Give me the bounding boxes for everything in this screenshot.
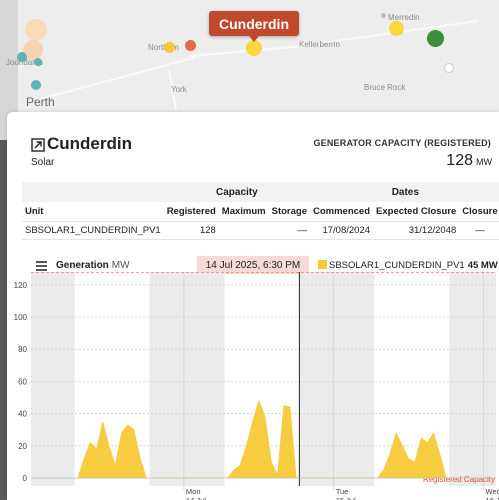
col-commenced[interactable]: Commenced [310,202,374,222]
capacity-number: 128 [446,152,473,169]
table-header: Unit Registered Maximum Storage Commence… [22,202,499,222]
cell-registered: 128 [163,221,219,240]
x-tick-label: Wed [486,487,499,496]
generation-title: Generation MW [56,260,130,271]
y-tick-label: 20 [18,442,27,451]
x-tick-label: 14 Jul [186,496,206,500]
x-tick-label: Tue [336,487,349,496]
facility-marker[interactable] [34,58,42,66]
facility-marker[interactable] [31,80,41,90]
cell-expected-closure: 31/12/2048 [373,221,460,240]
col-storage[interactable]: Storage [268,202,310,222]
capacity-value: 128 MW [446,152,492,170]
selected-facility-marker[interactable] [246,40,262,56]
table-row: SBSOLAR1_CUNDERDIN_PV1 128 — 17/08/2024 … [22,221,499,240]
facility-marker[interactable] [164,42,175,53]
external-link-icon[interactable] [31,138,45,152]
facility-technology: Solar [31,157,55,168]
table-group-empty [22,182,164,202]
facility-marker[interactable] [444,63,454,73]
cell-closure: — [459,221,499,240]
col-closure[interactable]: Closure [459,202,499,222]
x-tick-label: Mon [186,487,201,496]
cell-unit: SBSOLAR1_CUNDERDIN_PV1 [22,221,164,240]
generation-unit: MW [111,260,130,271]
capacity-unit: MW [476,157,492,167]
facility-panel: Cunderdin Solar GENERATOR CAPACITY (REGI… [7,112,499,500]
chart-legend: SBSOLAR1_CUNDERDIN_PV1 45 MW [318,260,498,271]
y-tick-label: 60 [18,377,27,386]
capacity-heading: GENERATOR CAPACITY (REGISTERED) [313,138,491,148]
facility-name: Cunderdin [47,134,132,153]
place-label-bruce-rock: Bruce Rock [364,83,406,92]
legend-value: 45 MW [467,260,498,271]
place-label-kellerberrin: Kellerberrin [299,40,340,49]
map-tooltip: Cunderdin [209,11,299,42]
facility-marker[interactable] [427,30,444,47]
cell-maximum [218,221,269,240]
y-tick-label: 120 [14,281,28,290]
series-area [77,399,447,479]
x-tick-label: 15 Jul [336,496,356,500]
legend-label: SBSOLAR1_CUNDERDIN_PV1 [329,260,465,271]
col-registered[interactable]: Registered [163,202,219,222]
night-band [449,272,496,486]
table-group-capacity: Capacity [163,182,310,202]
place-label-york: York [171,85,187,94]
units-table: Capacity Dates Unit Registered Maximum S… [22,182,499,240]
map-edge [0,140,7,500]
facility-marker[interactable] [389,21,404,36]
generation-label: Generation [56,260,109,271]
hamburger-menu-icon[interactable] [36,261,47,271]
facility-marker[interactable] [25,19,47,41]
col-maximum[interactable]: Maximum [218,202,269,222]
place-label-perth: Perth [26,95,55,109]
legend-swatch [318,260,327,269]
night-band [31,272,75,486]
night-band [299,272,375,486]
table-group-header: Capacity Dates [22,182,499,202]
y-tick-label: 80 [18,345,27,354]
cell-storage: — [268,221,310,240]
x-tick-label: 16 Jul [486,496,499,500]
facility-marker[interactable] [17,52,27,62]
facility-marker[interactable] [381,13,386,18]
col-expected-closure[interactable]: Expected Closure [373,202,460,222]
y-tick-label: 40 [18,410,27,419]
col-unit[interactable]: Unit [22,202,164,222]
generation-chart[interactable]: 020406080100120Registered CapacityMon14 … [7,272,499,500]
y-tick-label: 100 [14,313,28,322]
night-band [149,272,225,486]
y-tick-label: 0 [23,474,28,483]
facility-marker[interactable] [185,40,196,51]
table-group-dates: Dates [310,182,499,202]
cell-commenced: 17/08/2024 [310,221,374,240]
